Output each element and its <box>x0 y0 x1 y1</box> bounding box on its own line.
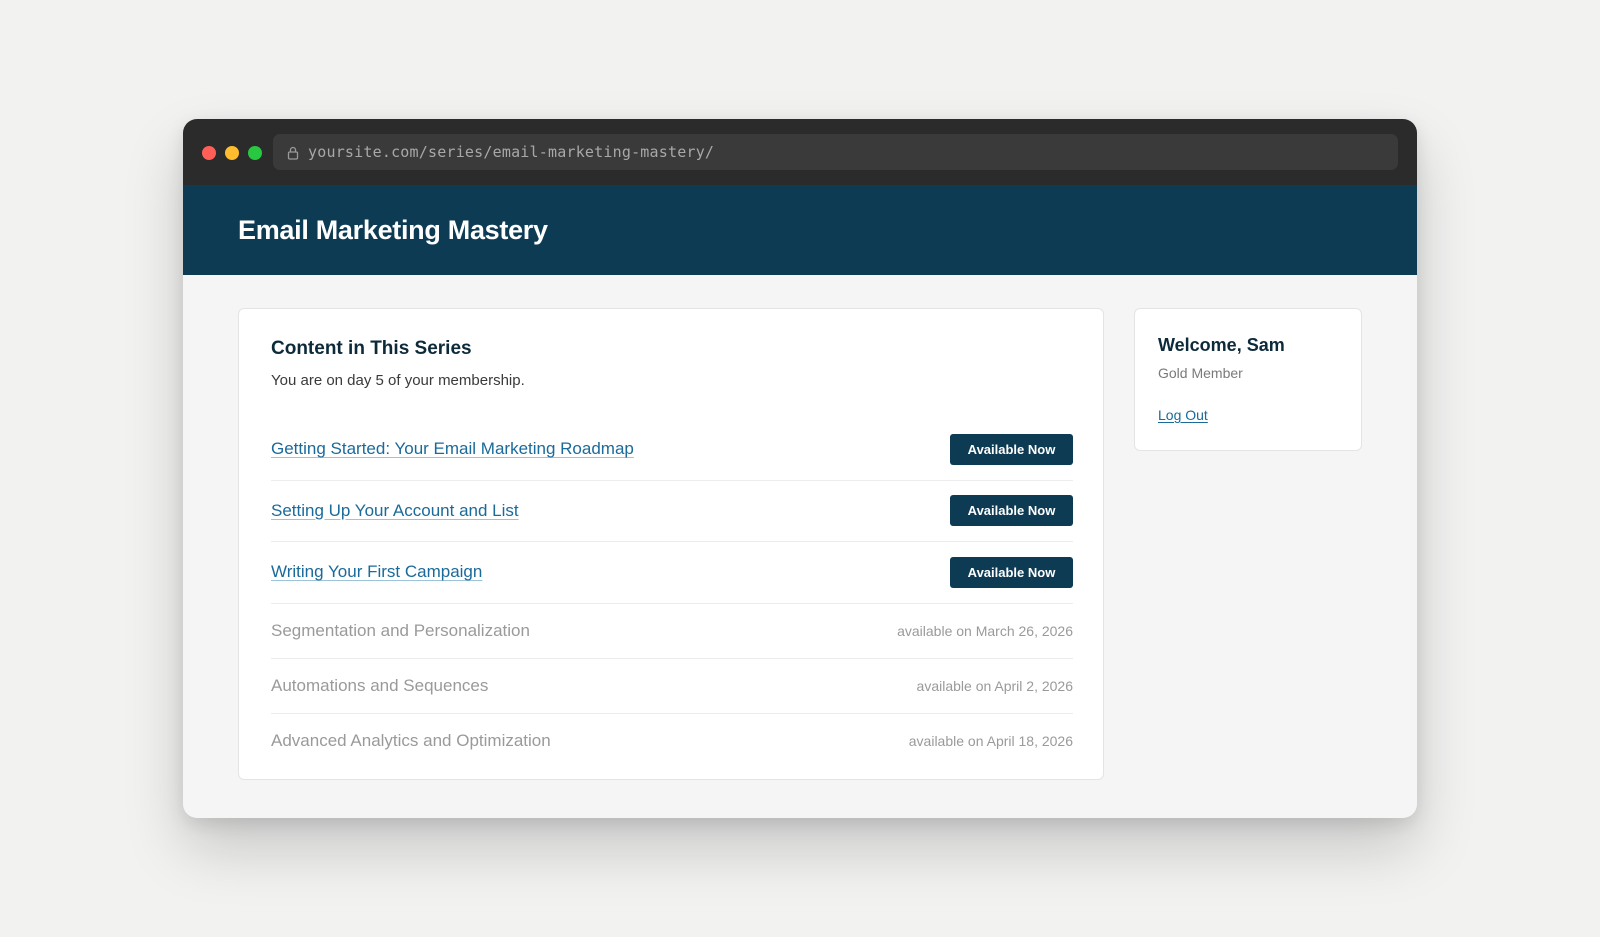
maximize-window-button[interactable] <box>248 146 262 160</box>
site-header: Email Marketing Mastery <box>183 185 1417 275</box>
available-now-button[interactable]: Available Now <box>950 556 1073 588</box>
availability-date: available on March 26, 2026 <box>897 622 1073 639</box>
available-now-button[interactable]: Available Now <box>950 433 1073 465</box>
browser-window: yoursite.com/series/email-marketing-mast… <box>183 119 1417 818</box>
series-item: Advanced Analytics and Optimization avai… <box>271 714 1073 769</box>
series-card: Content in This Series You are on day 5 … <box>238 308 1104 780</box>
page-backdrop: yoursite.com/series/email-marketing-mast… <box>0 0 1600 937</box>
series-item-link[interactable]: Setting Up Your Account and List <box>271 501 519 521</box>
close-window-button[interactable] <box>202 146 216 160</box>
series-content-list: Getting Started: Your Email Marketing Ro… <box>271 419 1073 769</box>
series-item: Automations and Sequences available on A… <box>271 659 1073 714</box>
address-bar[interactable]: yoursite.com/series/email-marketing-mast… <box>273 134 1398 170</box>
series-item: Writing Your First Campaign Available No… <box>271 542 1073 604</box>
series-item-title: Advanced Analytics and Optimization <box>271 731 551 750</box>
url-text[interactable]: yoursite.com/series/email-marketing-mast… <box>308 143 714 161</box>
series-heading: Content in This Series <box>271 338 472 359</box>
availability-date: available on April 18, 2026 <box>908 733 1073 749</box>
main-content: Content in This Series You are on day 5 … <box>183 275 1417 818</box>
series-item-title: Segmentation and Personalization <box>271 620 530 640</box>
lock-icon <box>287 145 299 160</box>
availability-date: available on April 2, 2026 <box>916 677 1073 694</box>
membership-level: Gold Member <box>1158 365 1243 381</box>
welcome-card: Welcome, Sam Gold Member Log Out <box>1134 308 1362 451</box>
series-item-link[interactable]: Getting Started: Your Email Marketing Ro… <box>271 439 634 459</box>
series-item: Getting Started: Your Email Marketing Ro… <box>271 419 1073 481</box>
series-item-link[interactable]: Writing Your First Campaign <box>271 562 482 582</box>
membership-day-text: You are on day 5 of your membership. <box>271 372 525 389</box>
minimize-window-button[interactable] <box>225 146 239 160</box>
available-now-button[interactable]: Available Now <box>950 495 1073 527</box>
logout-link[interactable]: Log Out <box>1158 407 1208 423</box>
browser-chrome: yoursite.com/series/email-marketing-mast… <box>183 119 1417 185</box>
series-item: Setting Up Your Account and List Availab… <box>271 481 1073 542</box>
welcome-heading: Welcome, Sam <box>1158 335 1285 355</box>
series-item-title: Automations and Sequences <box>271 675 489 695</box>
page-title: Email Marketing Mastery <box>238 214 548 245</box>
series-item: Segmentation and Personalization availab… <box>271 604 1073 659</box>
